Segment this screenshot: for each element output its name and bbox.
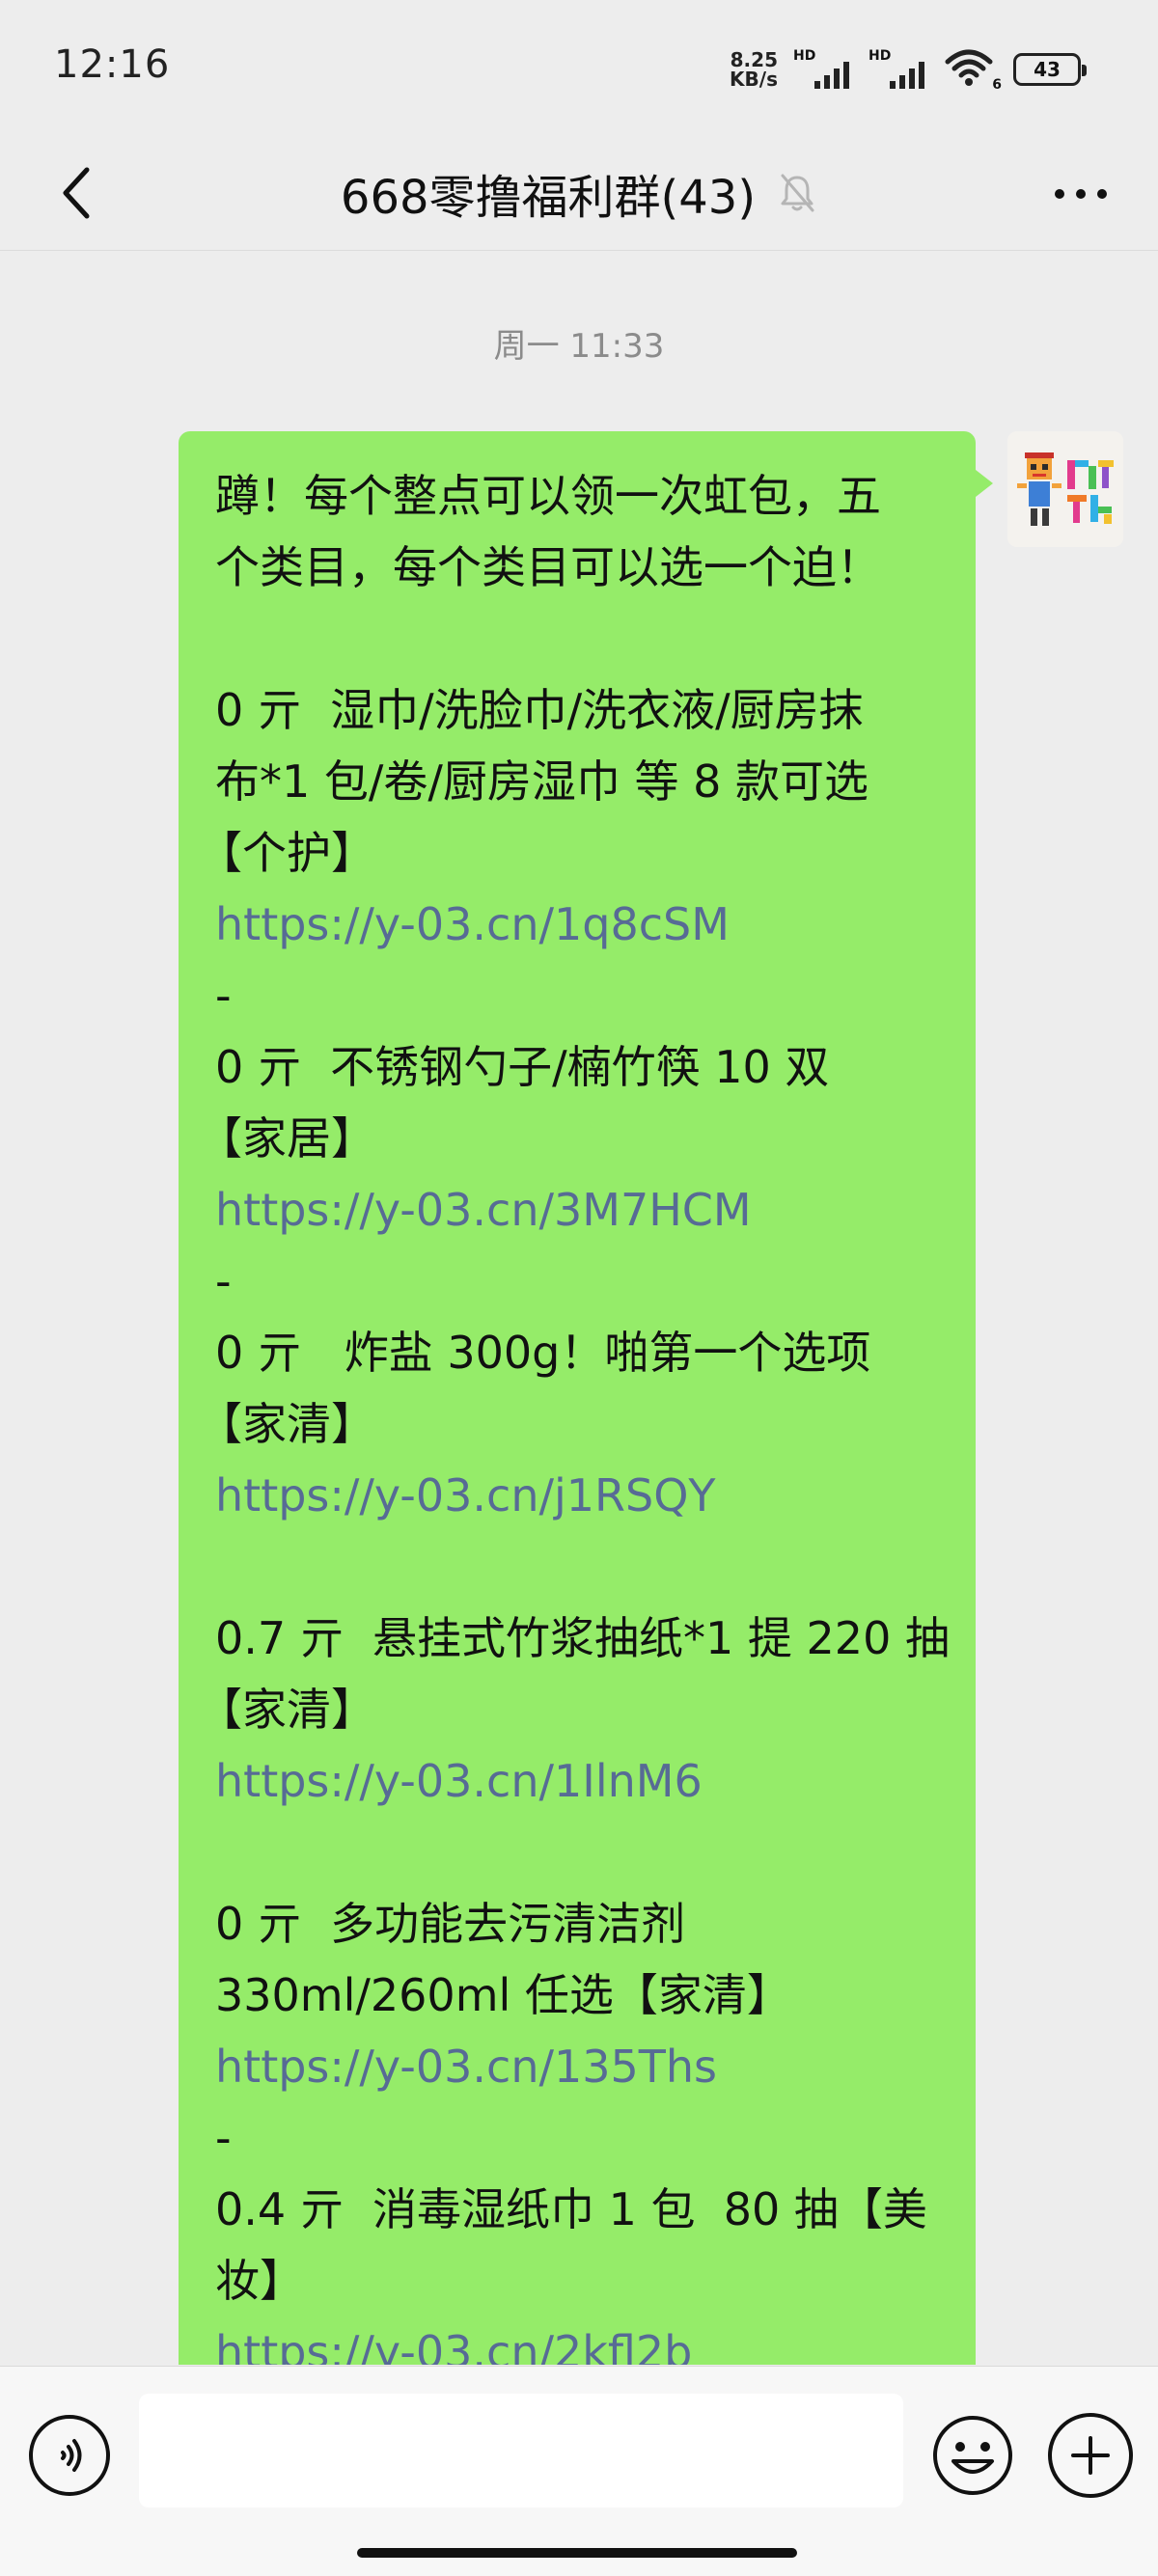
status-bar: 12:16 8.25 KB/s HD HD 6 43 [0,0,1158,135]
message-line [215,1531,949,1603]
message-line: 蹲！每个整点可以领一次虹包，五 [215,470,881,522]
voice-icon [61,2439,82,2472]
message-line: 【家居】 [198,1112,375,1165]
message-line: 330ml/260ml 任选【家清】 [215,1969,791,2021]
message-line: 0 亓 炸盐 300g！啪第一个选项 [215,1327,871,1379]
chat-title-group: 668零撸福利群(43) [0,135,1158,251]
avatar-image [1007,431,1123,547]
message-line: 0 亓 湿巾/洗脸巾/洗衣液/厨房抹 [215,684,864,736]
more-options-button[interactable] [1042,160,1119,228]
emoji-icon [933,2416,1012,2495]
message-line: 0 亓 不锈钢勺子/楠竹筷 10 双 [215,1041,830,1093]
message-line [215,1817,949,1888]
message-line: 0.7 亓 悬挂式竹浆抽纸*1 提 220 抽 [215,1612,950,1664]
message-line: 【家清】 [198,1684,375,1736]
input-bar [0,2366,1158,2576]
message-timestamp: 周一 11:33 [493,327,665,366]
home-indicator[interactable] [357,2548,797,2558]
message-line: - [215,1255,232,1307]
message-bubble[interactable]: 蹲！每个整点可以领一次虹包，五 个类目，每个类目可以选一个迫！ 0 亓 湿巾/洗脸巾… [179,431,993,2365]
plus-icon [1071,2436,1110,2475]
more-functions-button[interactable] [1048,2413,1133,2498]
battery-icon: 43 [1013,53,1087,86]
message-line: 妆】 [215,2255,304,2307]
message-line: - [215,2112,232,2164]
signal-hd-label-2: HD [868,48,892,64]
wifi-label: 6 [992,77,1002,93]
message-link[interactable]: https://y-03.cn/j1RSQY [215,1460,949,1531]
message-line [215,603,949,674]
message-input[interactable] [139,2394,903,2507]
message-link[interactable]: https://y-03.cn/1IlnM6 [215,1745,949,1817]
chat-header: 668零撸福利群(43) [0,135,1158,251]
message-link[interactable]: https://y-03.cn/135Ths [215,2031,949,2102]
voice-button[interactable] [29,2415,110,2496]
message-line: 个类目，每个类目可以选一个迫！ [215,541,881,593]
network-speed-value: 8.25 [730,48,778,71]
wechat-chat-screen: 12:16 8.25 KB/s HD HD 6 43 668零撸福利群(43) … [0,0,1158,2576]
message-link[interactable]: https://y-03.cn/1q8cSM [215,889,949,960]
message-line: - [215,970,232,1022]
message-line: 布*1 包/卷/厨房湿巾 等 8 款可选 [215,755,869,808]
signal-icon: HD [793,48,853,89]
network-speed-unit: KB/s [730,68,778,91]
network-speed: 8.25 KB/s [730,50,778,89]
message-line: 0.4 亓 消毒湿纸巾 1 包 80 抽【美 [215,2183,927,2235]
emoji-button[interactable] [930,2413,1015,2498]
status-indicators: 8.25 KB/s HD HD 6 43 [730,46,1087,93]
mute-bell-icon [781,174,814,212]
status-time: 12:16 [54,42,171,87]
signal-icon-2: HD [868,48,928,89]
message-text: 蹲！每个整点可以领一次虹包，五 个类目，每个类目可以选一个迫！ 0 亓 湿巾/洗脸巾… [198,460,950,2365]
more-dots-icon [1055,189,1107,199]
chat-message-list[interactable]: 周一 11:33 蹲！每个整点可以领一次虹包，五 个类目，每个类目可以选一个迫！ 0… [0,252,1158,2365]
wifi-icon: 6 [944,48,1002,93]
avatar[interactable] [1007,431,1123,547]
signal-hd-label: HD [793,48,816,64]
message-line: 0 亓 多功能去污清洁剂 [215,1898,686,1950]
message-link[interactable]: https://y-03.cn/2kfl2b [215,2316,949,2365]
message-line: 【个护】 [198,827,375,879]
chat-title: 668零撸福利群(43) [340,171,757,225]
battery-level: 43 [1034,58,1061,81]
message-link[interactable]: https://y-03.cn/3M7HCM [215,1174,949,1246]
message-line: 【家清】 [198,1398,375,1450]
